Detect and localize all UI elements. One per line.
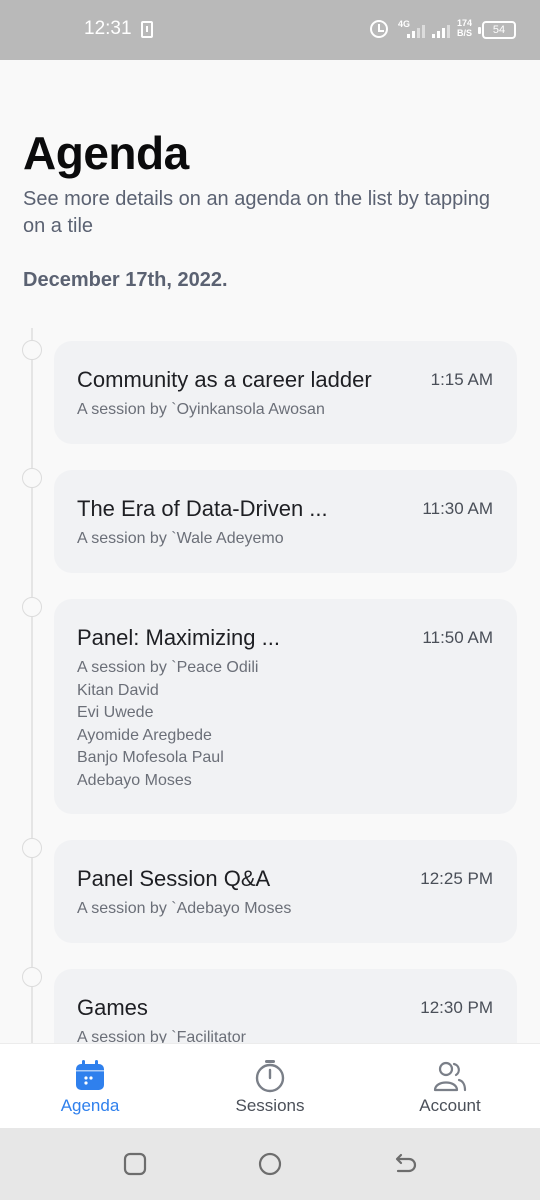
nav-label: Sessions <box>235 1096 305 1115</box>
signal-strength-icon <box>432 22 454 38</box>
nav-label: Account <box>419 1096 481 1115</box>
session-speaker: A session by `Wale Adeyemo <box>77 530 284 547</box>
timeline-dot <box>22 597 42 617</box>
calendar-icon <box>76 1060 104 1090</box>
home-icon[interactable] <box>257 1151 283 1177</box>
timeline-dot <box>22 340 42 360</box>
session-card[interactable]: The Era of Data-Driven ... 11:30 AM A se… <box>54 470 517 573</box>
session-speaker: A session by `Adebayo Moses <box>77 900 292 917</box>
status-bar: 12:31 4G 174 B/S 54 <box>0 0 540 60</box>
session-card[interactable]: Community as a career ladder 1:15 AM A s… <box>54 341 517 444</box>
alarm-icon <box>370 20 388 38</box>
nav-item-account[interactable]: Account <box>360 1044 540 1129</box>
session-time: 11:50 AM <box>422 628 493 647</box>
session-co-speaker: Kitan David <box>77 682 159 699</box>
sim-card-icon <box>141 21 153 38</box>
session-co-speaker: Banjo Mofesola Paul <box>77 749 224 766</box>
nav-item-agenda[interactable]: Agenda <box>0 1044 180 1129</box>
stopwatch-icon <box>255 1060 285 1093</box>
network-speed: 174 B/S <box>457 18 472 38</box>
session-speaker: A session by `Peace Odili <box>77 659 259 676</box>
session-card[interactable]: Panel: Maximizing ... 11:50 AM A session… <box>54 599 517 814</box>
session-time: 12:30 PM <box>420 998 493 1017</box>
speed-value: 174 <box>457 18 473 28</box>
session-card[interactable]: Panel Session Q&A 12:25 PM A session by … <box>54 840 517 943</box>
users-icon <box>433 1061 467 1092</box>
page-subtitle: See more details on an agenda on the lis… <box>23 188 490 237</box>
session-title: Panel: Maximizing ... <box>77 625 280 650</box>
session-title: Community as a career ladder <box>77 367 372 392</box>
nav-item-sessions[interactable]: Sessions <box>180 1044 360 1129</box>
timeline-dot <box>22 967 42 987</box>
timeline-dot <box>22 468 42 488</box>
bottom-nav: Agenda Sessions Account <box>0 1043 540 1128</box>
session-title: Panel Session Q&A <box>77 866 271 891</box>
battery-icon: 54 <box>478 21 516 39</box>
session-co-speaker: Ayomide Aregbede <box>77 727 212 744</box>
nav-label: Agenda <box>60 1096 120 1115</box>
speed-unit: B/S <box>457 28 473 38</box>
session-time: 12:25 PM <box>420 869 493 888</box>
session-title: Games <box>77 995 148 1020</box>
page-title: Agenda <box>23 127 189 179</box>
timeline-line <box>31 328 33 1048</box>
system-nav-bar <box>0 1128 540 1200</box>
timeline-dot <box>22 838 42 858</box>
back-icon[interactable] <box>392 1151 418 1177</box>
agenda-date: December 17th, 2022. <box>23 269 228 291</box>
session-time: 1:15 AM <box>430 370 493 389</box>
session-speaker: A session by `Oyinkansola Awosan <box>77 401 325 418</box>
recent-apps-icon[interactable] <box>122 1151 148 1177</box>
session-co-speaker: Evi Uwede <box>77 704 154 721</box>
status-time: 12:31 <box>84 18 132 39</box>
signal-strength-icon <box>407 22 429 38</box>
session-time: 11:30 AM <box>422 499 493 518</box>
session-title: The Era of Data-Driven ... <box>77 496 328 521</box>
session-co-speaker: Adebayo Moses <box>77 772 192 789</box>
